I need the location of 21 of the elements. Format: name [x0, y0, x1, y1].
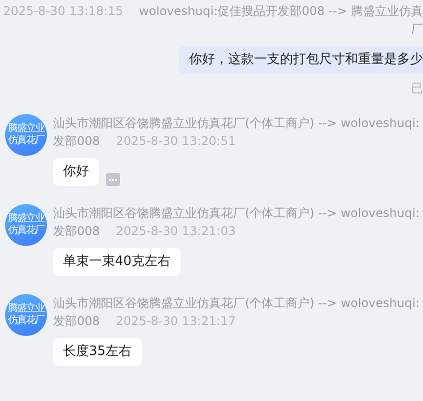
message-bubble: 单束一束40克左右 — [53, 248, 181, 276]
sender-name: woloveshuqi:促佳搜品开发部008 --> 腾盛立业仿真 — [138, 3, 423, 20]
sender-name: 发部008 — [53, 313, 100, 330]
sender-name: 发部008 — [53, 223, 100, 240]
message-time: 2025-8-30 13:18:15 — [3, 3, 123, 20]
message-time: 2025-8-30 13:21:03 — [116, 223, 236, 240]
sender-name: 厂 — [411, 21, 423, 38]
sender-name: 汕头市潮阳区谷饶腾盛立业仿真花厂(个体工商户) --> woloveshuqi: — [53, 295, 420, 312]
sender-name: 汕头市潮阳区谷饶腾盛立业仿真花厂(个体工商户) --> woloveshuqi: — [53, 205, 420, 222]
more-icon[interactable] — [106, 173, 120, 186]
sender-name: 汕头市潮阳区谷饶腾盛立业仿真花厂(个体工商户) --> woloveshuqi: — [53, 115, 420, 132]
message-bubble: 你好，这款一支的打包尺寸和重量是多少 — [179, 46, 423, 74]
message-time: 2025-8-30 13:20:51 — [116, 133, 236, 150]
sender-name: 发部008 — [53, 133, 100, 150]
message-bubble: 长度35左右 — [53, 338, 142, 366]
message-bubble: 你好 — [53, 158, 99, 186]
read-status: 已 — [411, 80, 423, 96]
message-time: 2025-8-30 13:21:17 — [116, 313, 236, 330]
avatar[interactable]: 腾盛立业 仿真花厂 — [5, 294, 47, 336]
avatar[interactable]: 腾盛立业 仿真花厂 — [5, 204, 47, 246]
avatar[interactable]: 腾盛立业 仿真花厂 — [5, 114, 47, 156]
